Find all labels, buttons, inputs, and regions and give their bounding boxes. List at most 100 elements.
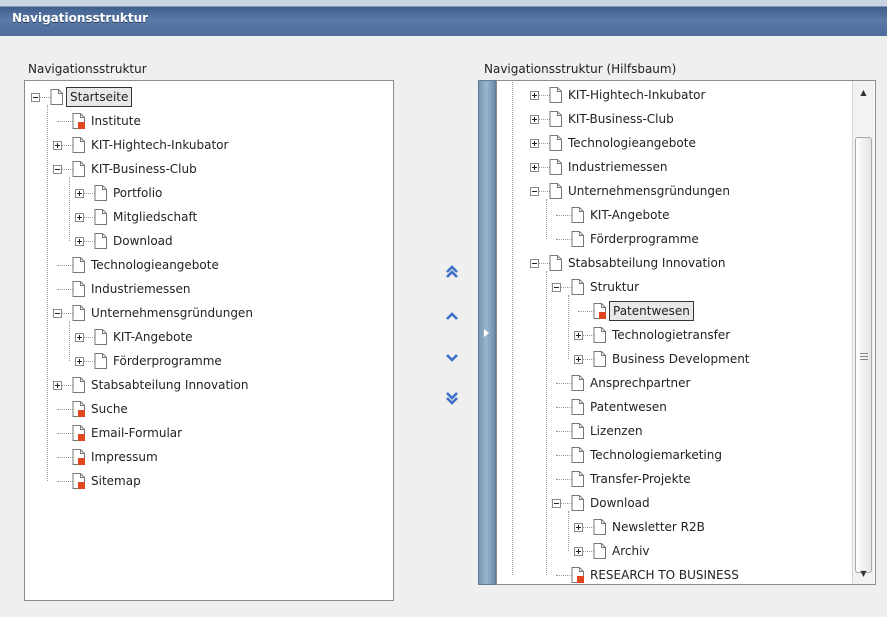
tree-node[interactable]: KIT-Hightech-Inkubator bbox=[497, 85, 875, 105]
tree-node[interactable]: Stabsabteilung Innovation bbox=[497, 253, 875, 273]
vertical-scrollbar[interactable]: ▲ ▼ bbox=[852, 81, 874, 584]
tree-node-label[interactable]: Impressum bbox=[88, 448, 161, 466]
tree-node[interactable]: RESEARCH TO BUSINESS bbox=[497, 565, 875, 584]
tree-node-label[interactable]: Institute bbox=[88, 112, 144, 130]
tree-node-label[interactable]: Mitgliedschaft bbox=[110, 208, 200, 226]
expand-icon[interactable] bbox=[530, 91, 539, 100]
tree-node[interactable]: Technologiemarketing bbox=[497, 445, 875, 465]
tree-node-label[interactable]: KIT-Business-Club bbox=[88, 160, 200, 178]
tree-node[interactable]: Email-Formular bbox=[25, 423, 393, 443]
expand-icon[interactable] bbox=[75, 357, 84, 366]
tree-node[interactable]: Institute bbox=[25, 111, 393, 131]
move-up-button[interactable] bbox=[444, 308, 460, 324]
tree-node[interactable]: Business Development bbox=[497, 349, 875, 369]
expand-icon[interactable] bbox=[574, 523, 583, 532]
tree-node-label[interactable]: Sitemap bbox=[88, 472, 144, 490]
tree-node-label[interactable]: RESEARCH TO BUSINESS bbox=[587, 566, 742, 584]
tree-node-label[interactable]: Suche bbox=[88, 400, 131, 418]
tree-node-label[interactable]: Technologiemarketing bbox=[587, 446, 725, 464]
tree-node[interactable]: Startseite bbox=[25, 87, 393, 107]
tree-node[interactable]: Industriemessen bbox=[25, 279, 393, 299]
tree-node[interactable]: Mitgliedschaft bbox=[25, 207, 393, 227]
navigation-tree[interactable]: Startseite Institute KIT-Hightech-Inkubato… bbox=[24, 80, 394, 601]
expand-icon[interactable] bbox=[574, 355, 583, 364]
collapse-icon[interactable] bbox=[530, 259, 539, 268]
collapse-icon[interactable] bbox=[53, 165, 62, 174]
tree-node[interactable]: Download bbox=[25, 231, 393, 251]
tree-node-label[interactable]: Transfer-Projekte bbox=[587, 470, 694, 488]
collapse-icon[interactable] bbox=[552, 283, 561, 292]
tree-node[interactable]: KIT-Angebote bbox=[25, 327, 393, 347]
tree-node-label[interactable]: Patentwesen bbox=[587, 398, 670, 416]
expand-icon[interactable] bbox=[574, 547, 583, 556]
tree-node-label[interactable]: KIT-Business-Club bbox=[565, 110, 677, 128]
tree-node[interactable]: Sitemap bbox=[25, 471, 393, 491]
move-down-button[interactable] bbox=[444, 350, 460, 366]
collapse-icon[interactable] bbox=[530, 187, 539, 196]
tree-node-label[interactable]: Technologietransfer bbox=[609, 326, 733, 344]
helper-navigation-tree[interactable]: KIT-Hightech-Inkubator KIT-Business-Club T… bbox=[496, 80, 876, 585]
tree-node-label[interactable]: Stabsabteilung Innovation bbox=[565, 254, 728, 272]
scrollbar-thumb[interactable] bbox=[855, 137, 872, 573]
tree-node[interactable]: Technologieangebote bbox=[497, 133, 875, 153]
tree-node-label[interactable]: Archiv bbox=[609, 542, 653, 560]
expand-icon[interactable] bbox=[530, 163, 539, 172]
tree-node-label[interactable]: Business Development bbox=[609, 350, 753, 368]
tree-node-label[interactable]: Technologieangebote bbox=[565, 134, 699, 152]
tree-node-label[interactable]: KIT-Angebote bbox=[110, 328, 196, 346]
tree-node-label[interactable]: Download bbox=[110, 232, 176, 250]
tree-node[interactable]: Unternehmensgründungen bbox=[497, 181, 875, 201]
collapse-icon[interactable] bbox=[31, 93, 40, 102]
tree-node-label[interactable]: Förderprogramme bbox=[110, 352, 225, 370]
tree-node-label[interactable]: Portfolio bbox=[110, 184, 165, 202]
tree-node[interactable]: Ansprechpartner bbox=[497, 373, 875, 393]
tree-node-label[interactable]: Förderprogramme bbox=[587, 230, 702, 248]
tree-node[interactable]: Impressum bbox=[25, 447, 393, 467]
tree-node-label[interactable]: Lizenzen bbox=[587, 422, 646, 440]
collapse-arrow-icon[interactable] bbox=[484, 329, 489, 337]
tree-node[interactable]: Lizenzen bbox=[497, 421, 875, 441]
tree-node-label[interactable]: Startseite bbox=[66, 87, 133, 107]
tree-node-label[interactable]: Struktur bbox=[587, 278, 642, 296]
tree-node-label[interactable]: Technologieangebote bbox=[88, 256, 222, 274]
tree-node-label[interactable]: KIT-Hightech-Inkubator bbox=[565, 86, 708, 104]
tree-node[interactable]: Förderprogramme bbox=[25, 351, 393, 371]
tree-node-label[interactable]: KIT-Hightech-Inkubator bbox=[88, 136, 231, 154]
tree-node-label[interactable]: Unternehmensgründungen bbox=[565, 182, 733, 200]
tree-node[interactable]: Industriemessen bbox=[497, 157, 875, 177]
panel-splitter[interactable] bbox=[478, 80, 496, 585]
expand-icon[interactable] bbox=[53, 381, 62, 390]
tree-node[interactable]: Patentwesen bbox=[497, 397, 875, 417]
expand-icon[interactable] bbox=[75, 333, 84, 342]
tree-node[interactable]: Suche bbox=[25, 399, 393, 419]
move-to-bottom-button[interactable] bbox=[444, 390, 460, 406]
collapse-icon[interactable] bbox=[53, 309, 62, 318]
tree-node-label[interactable]: Download bbox=[587, 494, 653, 512]
expand-icon[interactable] bbox=[75, 189, 84, 198]
tree-node[interactable]: Technologieangebote bbox=[25, 255, 393, 275]
tree-node[interactable]: Technologietransfer bbox=[497, 325, 875, 345]
tree-node[interactable]: KIT-Business-Club bbox=[25, 159, 393, 179]
tree-node[interactable]: Patentwesen bbox=[497, 301, 875, 321]
tree-node[interactable]: Unternehmensgründungen bbox=[25, 303, 393, 323]
expand-icon[interactable] bbox=[530, 139, 539, 148]
tree-node[interactable]: Transfer-Projekte bbox=[497, 469, 875, 489]
tree-node[interactable]: KIT-Angebote bbox=[497, 205, 875, 225]
tree-node-label[interactable]: Stabsabteilung Innovation bbox=[88, 376, 251, 394]
scroll-down-icon[interactable]: ▼ bbox=[853, 564, 874, 582]
tree-node-label[interactable]: Industriemessen bbox=[565, 158, 671, 176]
tree-node-label[interactable]: Unternehmensgründungen bbox=[88, 304, 256, 322]
tree-node[interactable]: Archiv bbox=[497, 541, 875, 561]
tree-node[interactable]: Förderprogramme bbox=[497, 229, 875, 249]
tree-node-label[interactable]: Ansprechpartner bbox=[587, 374, 693, 392]
tree-node-label[interactable]: Email-Formular bbox=[88, 424, 185, 442]
tree-node[interactable]: Stabsabteilung Innovation bbox=[25, 375, 393, 395]
tree-node[interactable]: Newsletter R2B bbox=[497, 517, 875, 537]
tree-node[interactable]: KIT-Hightech-Inkubator bbox=[25, 135, 393, 155]
scroll-up-icon[interactable]: ▲ bbox=[853, 83, 874, 101]
tree-node-label[interactable]: Industriemessen bbox=[88, 280, 194, 298]
tree-node[interactable]: Download bbox=[497, 493, 875, 513]
move-to-top-button[interactable] bbox=[444, 264, 460, 280]
tree-node-label[interactable]: KIT-Angebote bbox=[587, 206, 673, 224]
tree-node-label[interactable]: Newsletter R2B bbox=[609, 518, 708, 536]
